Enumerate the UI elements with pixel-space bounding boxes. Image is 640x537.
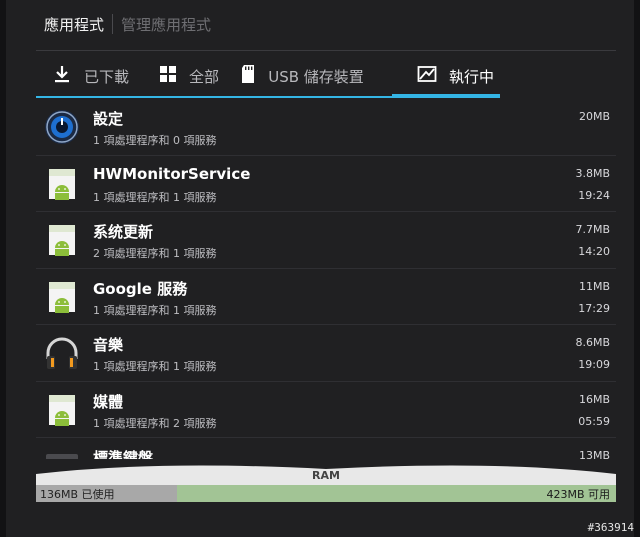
- app-memory-size: 3.8MB: [575, 166, 610, 180]
- android-app-icon: [44, 166, 80, 202]
- app-name: Google 服務: [93, 279, 188, 298]
- headphones-icon: [44, 335, 80, 371]
- ram-usage-panel: RAM 136MB 已使用 423MB 可用: [36, 460, 616, 504]
- right-edge: [634, 0, 640, 537]
- tab-running[interactable]: 執行中: [399, 56, 500, 96]
- running-apps-icon: [417, 64, 437, 88]
- ram-bar: 136MB 已使用 423MB 可用: [36, 485, 616, 502]
- app-name: 標準鍵盤: [93, 449, 154, 459]
- keyboard-icon: [44, 448, 80, 459]
- app-name: 媒體: [93, 392, 124, 411]
- tab-label: USB 儲存裝置: [268, 67, 364, 86]
- app-process-count: 1 項處理程序和 1 項服務: [93, 303, 217, 317]
- manage-apps-label[interactable]: 管理應用程式: [121, 14, 211, 35]
- left-edge: [0, 0, 6, 537]
- android-app-icon: [44, 392, 80, 428]
- tab-downloaded[interactable]: 已下載: [36, 56, 159, 96]
- app-row-music[interactable]: 音樂 1 項處理程序和 1 項服務 8.6MB 19:09: [36, 325, 616, 382]
- app-running-time: 05:59: [578, 414, 610, 428]
- page-title: 應用程式: [44, 15, 105, 34]
- app-row-hwmonitorservice[interactable]: HWMonitorService 1 項處理程序和 1 項服務 3.8MB 19…: [36, 156, 616, 212]
- app-row-system-update[interactable]: 系统更新 2 項處理程序和 1 項服務 7.7MB 14:20: [36, 212, 616, 269]
- ram-used-text: 136MB 已使用: [40, 487, 115, 501]
- tab-active-indicator: [392, 94, 500, 98]
- app-row-media[interactable]: 媒體 1 項處理程序和 2 項服務 16MB 05:59: [36, 382, 616, 438]
- tab-all[interactable]: 全部: [159, 56, 240, 96]
- android-app-icon: [44, 279, 80, 315]
- app-row-standard-keyboard[interactable]: 標準鍵盤 13MB: [36, 438, 616, 459]
- app-name: 音樂: [93, 336, 124, 354]
- tab-label: 執行中: [448, 67, 494, 86]
- app-process-count: 1 項處理程序和 1 項服務: [93, 190, 217, 204]
- tab-label: 已下載: [84, 67, 130, 86]
- app-name: 系统更新: [93, 223, 154, 241]
- app-name: HWMonitorService: [93, 164, 251, 183]
- action-bar: 應用程式 管理應用程式: [36, 0, 616, 48]
- ram-free-segment: 423MB 可用: [176, 485, 616, 502]
- app-running-time: 17:29: [578, 301, 610, 315]
- header-divider: [36, 50, 616, 51]
- app-memory-size: 11MB: [578, 279, 610, 293]
- app-running-time: 19:24: [578, 188, 610, 202]
- app-memory-size: 7.7MB: [575, 223, 610, 236]
- ram-used-segment: 136MB 已使用: [36, 485, 177, 502]
- ram-label: RAM: [312, 469, 340, 482]
- sd-card-icon: [240, 64, 256, 88]
- tab-usb-storage[interactable]: USB 儲存裝置: [240, 56, 399, 96]
- app-memory-size: 20MB: [578, 110, 610, 123]
- watermark-id: #363914: [587, 521, 634, 534]
- app-process-count: 1 項處理程序和 1 項服務: [93, 360, 217, 373]
- app-running-time: 14:20: [578, 245, 610, 258]
- app-memory-size: 8.6MB: [575, 336, 610, 349]
- title-separator: [112, 14, 114, 34]
- app-row-settings[interactable]: 設定 1 項處理程序和 0 項服務 20MB: [36, 99, 616, 156]
- android-app-icon: [44, 222, 80, 258]
- tab-bar: 已下載 全部 USB 儲存裝置 執行中: [36, 56, 500, 96]
- app-memory-size: 16MB: [578, 392, 610, 406]
- app-process-count: 2 項處理程序和 1 項服務: [93, 247, 217, 260]
- tab-label: 全部: [189, 67, 220, 86]
- ram-free-text: 423MB 可用: [546, 487, 610, 501]
- app-name: 設定: [93, 110, 124, 128]
- app-process-count: 1 項處理程序和 0 項服務: [93, 134, 217, 147]
- download-icon: [52, 64, 72, 88]
- app-running-time: 19:09: [578, 358, 610, 371]
- grid-icon: [159, 65, 177, 87]
- app-row-google-services[interactable]: Google 服務 1 項處理程序和 1 項服務 11MB 17:29: [36, 269, 616, 325]
- running-apps-list: 設定 1 項處理程序和 0 項服務 20MB HWMonitorService …: [36, 99, 616, 459]
- settings-icon: [44, 109, 80, 145]
- app-memory-size: 13MB: [578, 449, 610, 459]
- app-process-count: 1 項處理程序和 2 項服務: [93, 416, 217, 430]
